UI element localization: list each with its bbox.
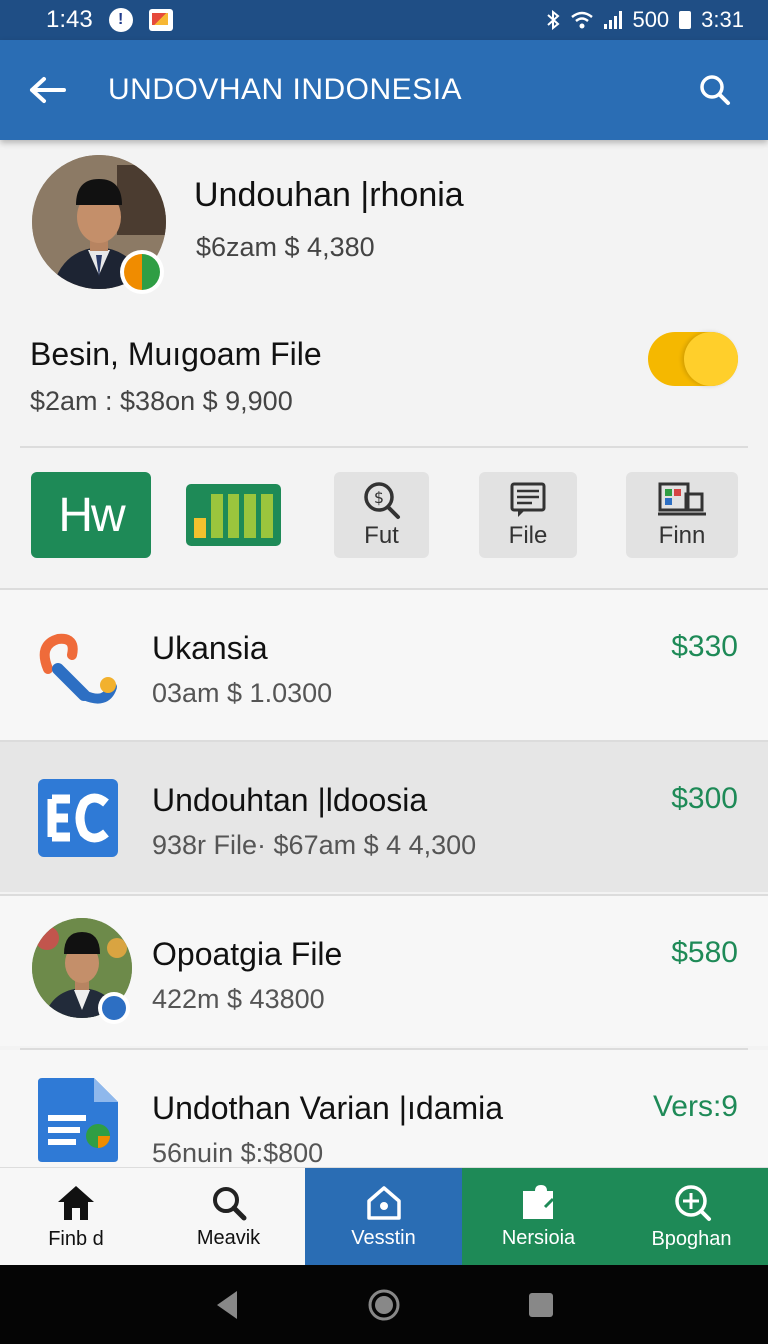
list-item-title: Ukansia [152,630,268,666]
phone-app-icon [39,633,117,704]
search-dollar-icon: $ [363,482,400,519]
status-bar: 1:43 ! 500 3:31 [0,0,768,40]
system-navigation-bar [0,1265,768,1344]
profile-subtitle: $6zam $ 4,380 [196,232,375,262]
list-item-subtitle: 03am $ 1.0300 [152,678,333,708]
wifi-icon [571,11,594,29]
nav-item-search[interactable]: Meavik [152,1168,305,1266]
home-circle-icon[interactable] [367,1288,401,1322]
network-label: 500 [632,7,670,32]
list-item-amount: $330 [671,630,738,663]
list-item-subtitle: 938r File· $67am $ 4 4,300 [152,830,477,860]
search-icon [700,75,730,105]
divider [20,446,748,448]
status-time-right: 3:31 [701,7,744,32]
list-item-amount: $580 [671,936,738,969]
notification-photo-icon [148,9,173,31]
file-subtitle: $2am : $38on $ 9,900 [30,386,293,416]
nav-label: Nersioia [501,1226,576,1249]
nav-label: Meavik [196,1226,261,1249]
tool-file-button[interactable]: File [479,472,577,558]
list-item[interactable]: Opoatgia File 422m $ 43800 $580 [0,896,768,1046]
recents-square-icon[interactable] [527,1291,555,1319]
bluetooth-icon [547,10,560,30]
profile-header: Undouhan |rhonia $6zam $ 4,380 [0,140,768,315]
document-app-icon [38,779,118,857]
nav-label: Vesstin [351,1226,416,1249]
tool-finn-label: Finn [658,522,706,549]
file-title: Besin, Muıgoam File [30,336,322,372]
list-item[interactable]: Undothan Varian |ıdamia 56nuin $:$800 Ve… [0,1050,768,1167]
tool-finn-button[interactable]: Finn [626,472,738,558]
search-icon [212,1186,246,1220]
bottom-navigation: Finb d Meavik Vesstin Nersioia Bpoghan [0,1167,768,1266]
list-item-title: Undothan Varian |ıdamia [152,1090,504,1126]
tool-chart-button[interactable] [186,484,281,546]
file-settings-row: Besin, Muıgoam File $2am : $38on $ 9,900 [0,320,768,445]
signal-icon [604,11,623,29]
app-bar: UNDOVHAN INDONESIA [0,40,768,140]
message-icon [510,482,546,517]
battery-icon [679,11,692,29]
search-target-icon [674,1184,711,1221]
svg-text:$: $ [373,488,383,507]
nav-item-home[interactable]: Finb d [0,1168,152,1266]
chart-bar [210,494,223,538]
notification-alert-icon: ! [108,8,133,32]
chart-bar [261,494,273,538]
file-toggle-switch[interactable] [648,332,738,386]
home-icon [58,1185,94,1220]
tools-row: Hw $ Fut File Finn [0,455,768,585]
tool-hw-button[interactable]: Hw [31,472,151,558]
back-triangle-icon[interactable] [213,1289,241,1321]
tool-file-label: File [508,522,548,549]
list-item-amount: Vers:9 [652,1090,738,1123]
contact-status-badge [98,992,130,1024]
nav-item-vesstin[interactable]: Vesstin [305,1168,462,1266]
app-title: UNDOVHAN INDONESIA [108,73,463,106]
nav-label: Finb d [48,1227,104,1250]
profile-name: Undouhan |rhonia [194,176,464,214]
finance-dashboard-icon [658,482,706,516]
chart-bar [194,518,206,538]
tool-fut-label: Fut [364,522,399,549]
list-item-subtitle: 422m $ 43800 [152,984,325,1014]
back-arrow-icon [30,77,66,103]
status-time-left: 1:43 [46,6,93,33]
nav-item-nersioia[interactable]: Nersioia [462,1168,615,1266]
list-item-title: Opoatgia File [152,936,343,972]
list-item[interactable]: Ukansia 03am $ 1.0300 $330 [0,590,768,740]
chart-bar [244,494,257,538]
profile-status-badge [120,250,164,294]
sheet-document-icon [38,1078,118,1162]
nav-label: Bpoghan [651,1227,732,1250]
toggle-knob [684,332,738,386]
list-item-subtitle: 56nuin $:$800 [152,1138,324,1167]
house-outline-icon [366,1185,401,1220]
tool-fut-button[interactable]: $ Fut [334,472,429,558]
chart-bar [227,494,240,538]
back-button[interactable] [18,60,78,120]
nav-item-bpoghan[interactable]: Bpoghan [615,1168,768,1266]
list-item-title: Undouhtan |ldoosia [152,782,428,818]
list-item-amount: $300 [671,782,738,815]
list-item[interactable]: Undouhtan |ldoosia 938r File· $67am $ 4 … [0,742,768,892]
puzzle-icon [522,1184,554,1219]
search-button[interactable] [690,65,740,115]
